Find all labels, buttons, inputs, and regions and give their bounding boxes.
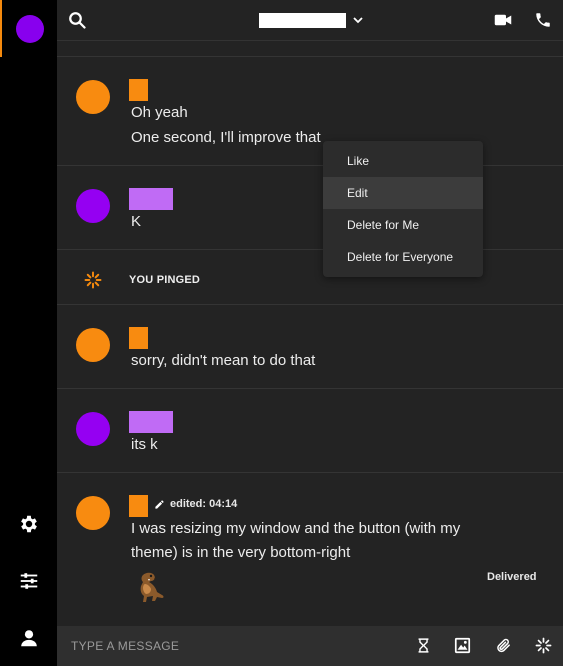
message-context-menu: Like Edit Delete for Me Delete for Every… <box>323 141 483 277</box>
message-text: theme) is in the very bottom-right <box>131 544 351 561</box>
sidebar-active-indicator <box>0 0 2 57</box>
settings-icon[interactable] <box>18 513 40 535</box>
divider <box>57 388 563 389</box>
sender-name[interactable] <box>129 495 148 517</box>
message-text: One second, I'll improve that <box>131 129 321 146</box>
divider <box>57 165 563 166</box>
sender-name[interactable] <box>129 411 173 433</box>
sender-name[interactable] <box>129 79 148 101</box>
sender-name[interactable] <box>129 327 148 349</box>
divider <box>57 304 563 305</box>
ping-icon[interactable] <box>535 637 552 654</box>
pencil-icon <box>155 500 164 509</box>
sender-avatar[interactable] <box>76 412 110 446</box>
phone-icon[interactable] <box>534 11 552 29</box>
hourglass-icon[interactable] <box>415 637 432 654</box>
sender-avatar[interactable] <box>76 80 110 114</box>
message-text: K <box>131 213 142 230</box>
sidebar <box>0 0 57 666</box>
image-icon[interactable] <box>454 637 471 654</box>
message-text: sorry, didn't mean to do that <box>131 352 316 369</box>
paperclip-icon[interactable] <box>495 637 512 654</box>
sliders-icon[interactable] <box>18 570 40 592</box>
divider <box>57 472 563 473</box>
ping-notice: YOU PINGED <box>129 274 201 286</box>
sender-avatar[interactable] <box>76 189 110 223</box>
menu-item-like[interactable]: Like <box>323 145 483 177</box>
profile-icon[interactable] <box>18 627 40 649</box>
ping-icon <box>84 271 102 289</box>
chat-header <box>57 0 563 41</box>
message-text: its k <box>131 436 158 453</box>
edited-timestamp: edited: 04:14 <box>170 498 238 510</box>
delivery-status: Delivered <box>487 571 537 583</box>
divider <box>57 56 563 57</box>
sender-avatar[interactable] <box>76 328 110 362</box>
message-input[interactable] <box>71 634 391 658</box>
sender-avatar[interactable] <box>76 496 110 530</box>
conversation-title[interactable] <box>259 13 346 28</box>
message-composer <box>57 626 563 666</box>
divider <box>57 249 563 250</box>
menu-item-delete-for-everyone[interactable]: Delete for Everyone <box>323 241 483 273</box>
menu-item-edit[interactable]: Edit <box>323 177 483 209</box>
message-text: Oh yeah <box>131 104 188 121</box>
chevron-down-icon[interactable] <box>352 14 364 26</box>
video-call-icon[interactable] <box>494 12 512 28</box>
dinosaur-sticker[interactable] <box>134 569 170 607</box>
menu-item-delete-for-me[interactable]: Delete for Me <box>323 209 483 241</box>
search-icon[interactable] <box>68 11 86 29</box>
conversation-avatar[interactable] <box>16 15 44 43</box>
message-text: I was resizing my window and the button … <box>131 520 461 537</box>
sender-name[interactable] <box>129 188 173 210</box>
